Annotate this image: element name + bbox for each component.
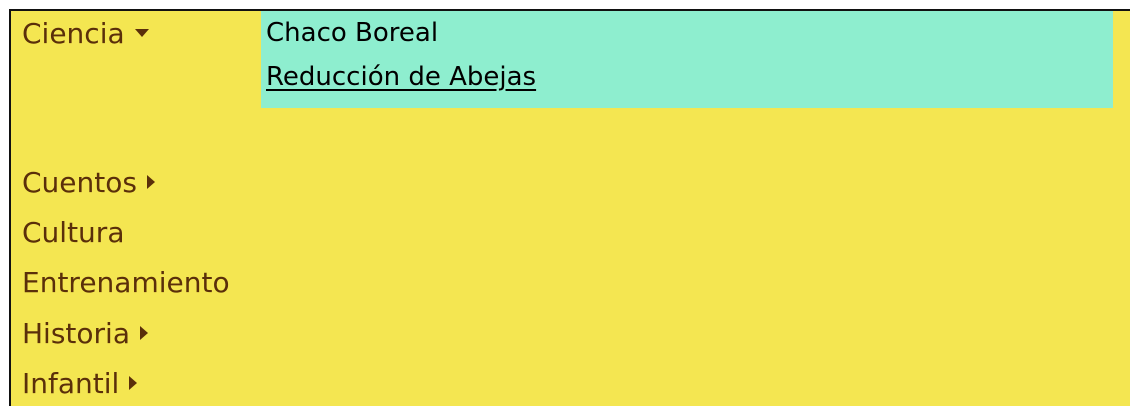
chevron-right-icon bbox=[146, 175, 155, 189]
menu-item-label: Entrenamiento bbox=[22, 266, 230, 299]
menu-item-ciencia[interactable]: Ciencia bbox=[22, 17, 149, 51]
menu-item-label: Historia bbox=[22, 317, 130, 350]
menu-item-label: Cuentos bbox=[22, 166, 137, 199]
chevron-right-icon bbox=[129, 376, 138, 390]
menu-item-historia[interactable]: Historia bbox=[22, 317, 148, 351]
menu-item-cuentos[interactable]: Cuentos bbox=[22, 166, 155, 200]
chevron-down-icon bbox=[134, 29, 149, 37]
chevron-right-icon bbox=[139, 326, 148, 340]
menu-item-cultura[interactable]: Cultura bbox=[22, 216, 124, 250]
submenu-item-reduccion-de-abejas[interactable]: Reducción de Abejas bbox=[266, 61, 536, 93]
nav-menu: Ciencia Chaco Boreal Reducción de Abejas… bbox=[9, 9, 1130, 406]
menu-item-label: Infantil bbox=[22, 367, 120, 400]
menu-item-entrenamiento[interactable]: Entrenamiento bbox=[22, 266, 230, 300]
menu-item-label: Cultura bbox=[22, 216, 125, 249]
submenu-ciencia: Chaco Boreal Reducción de Abejas bbox=[261, 11, 1113, 108]
submenu-item-chaco-boreal[interactable]: Chaco Boreal bbox=[266, 17, 438, 49]
menu-item-infantil[interactable]: Infantil bbox=[22, 367, 138, 401]
menu-item-label: Ciencia bbox=[22, 17, 125, 50]
